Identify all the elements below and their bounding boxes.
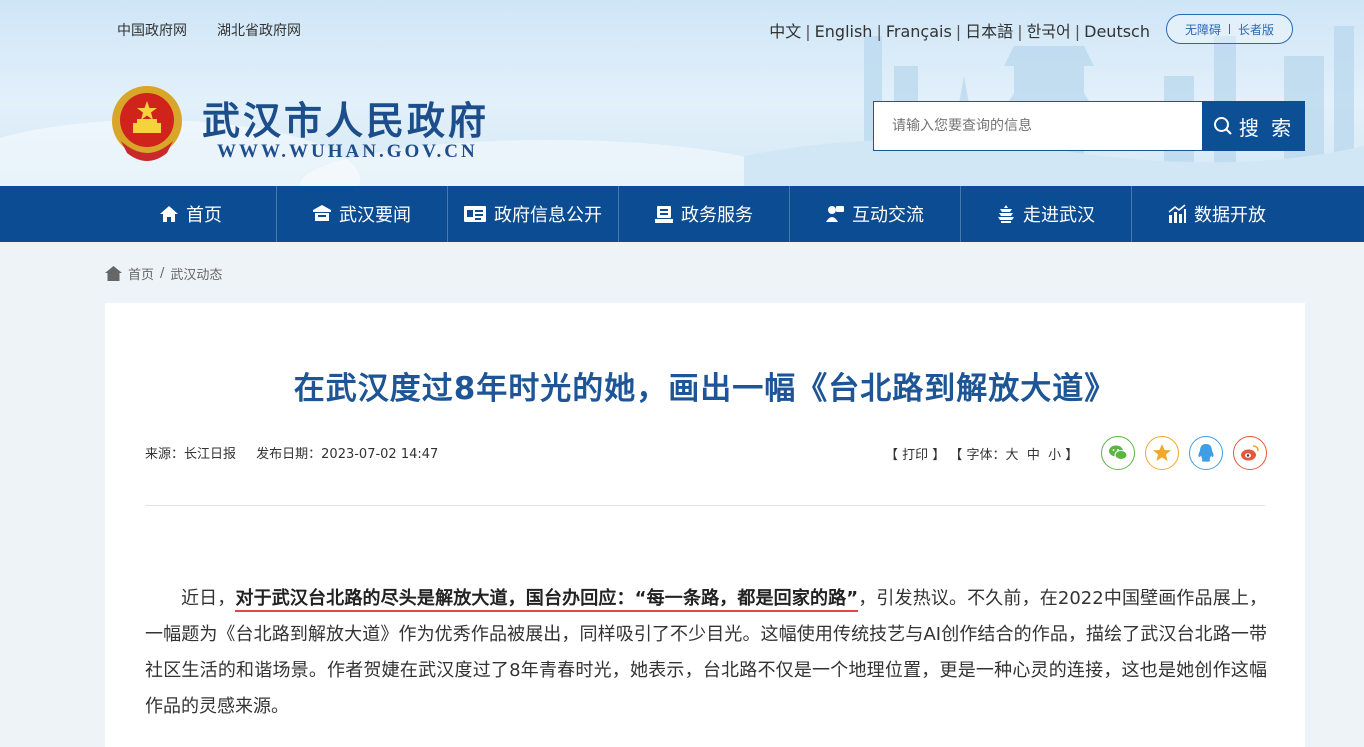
font-size-label: 【 字体： — [949, 448, 1006, 463]
nav-item-interaction[interactable]: 互动交流 — [789, 186, 960, 242]
favorite-star-icon — [1153, 444, 1171, 461]
search-icon — [1213, 117, 1232, 135]
barrier-free-link[interactable]: 无障碍 — [1185, 21, 1221, 38]
accessibility-toggle: 无障碍 长者版 — [1166, 14, 1293, 44]
nav-item-gov-info[interactable]: 政府信息公开 — [447, 186, 618, 242]
share-weibo-button[interactable] — [1233, 436, 1267, 470]
nav-label: 政府信息公开 — [494, 205, 602, 226]
article-meta: 来源：长江日报 发布日期：2023-07-02 14:47 — [145, 443, 438, 462]
font-size-close: 】 — [1061, 448, 1079, 463]
nav-item-wuhan-news[interactable]: 武汉要闻 — [276, 186, 447, 242]
nav-label: 首页 — [186, 205, 222, 226]
body-lead: 近日， — [181, 588, 236, 609]
nav-label: 走进武汉 — [1023, 205, 1095, 226]
home-icon — [160, 206, 178, 222]
breadcrumb-current[interactable]: 武汉动态 — [170, 264, 222, 283]
nav-item-open-data[interactable]: 数据开放 — [1131, 186, 1302, 242]
search-input[interactable] — [873, 101, 1203, 151]
lang-english[interactable]: English — [815, 22, 873, 41]
wechat-icon — [1109, 445, 1128, 460]
breadcrumb-home[interactable]: 首页 — [128, 264, 154, 283]
article-title: 在武汉度过8年时光的她，画出一幅《台北路到解放大道》 — [293, 371, 1117, 407]
breadcrumb-separator: / — [160, 266, 165, 281]
lang-french[interactable]: Français — [886, 22, 952, 41]
home-icon — [105, 266, 122, 281]
national-emblem-logo — [112, 86, 182, 161]
nav-label: 互动交流 — [852, 205, 924, 226]
nav-label: 武汉要闻 — [339, 205, 411, 226]
print-button[interactable]: 【 打印 】 — [885, 448, 945, 463]
nav-label: 政务服务 — [681, 205, 753, 226]
site-url: WWW.WUHAN.GOV.CN — [217, 141, 478, 162]
tower-icon — [998, 205, 1014, 223]
info-card-icon — [464, 206, 486, 222]
body-highlight-link[interactable]: 对于武汉台北路的尽头是解放大道，国台办回应：“每一条路，都是回家的路” — [235, 588, 859, 612]
gov-cn-link[interactable]: 中国政府网 — [117, 20, 187, 40]
article-source: 来源：长江日报 — [145, 447, 237, 462]
share-wechat-button[interactable] — [1101, 436, 1135, 470]
search-button[interactable]: 搜 索 — [1202, 101, 1305, 151]
nav-item-gov-service[interactable]: 政务服务 — [618, 186, 789, 242]
service-icon — [655, 206, 673, 223]
main-nav: 首页 武汉要闻 政府信息公开 政务服务 互动交流 走进武汉 数据开放 — [0, 186, 1364, 242]
elderly-mode-link[interactable]: 长者版 — [1238, 21, 1274, 38]
hubei-gov-link[interactable]: 湖北省政府网 — [217, 20, 301, 40]
article-date: 发布日期：2023-07-02 14:47 — [256, 447, 439, 462]
search-button-label: 搜 索 — [1238, 115, 1295, 140]
lang-japanese[interactable]: 日本語 — [965, 22, 1013, 41]
article-body: 近日，对于武汉台北路的尽头是解放大道，国台办回应：“每一条路，都是回家的路”，引… — [145, 581, 1267, 725]
nav-item-visit-wuhan[interactable]: 走进武汉 — [960, 186, 1131, 242]
article-card: 在武汉度过8年时光的她，画出一幅《台北路到解放大道》 来源：长江日报 发布日期：… — [105, 303, 1305, 747]
language-switcher: 中文 | English | Français | 日本語 | 한국어 | Deutsch — [769, 22, 1150, 41]
nav-item-home[interactable]: 首页 — [105, 186, 276, 242]
breadcrumb: 首页 / 武汉动态 — [105, 264, 222, 283]
share-buttons — [1101, 436, 1267, 470]
weibo-icon — [1241, 445, 1259, 461]
font-small-button[interactable]: 小 — [1048, 448, 1061, 463]
site-header: 中国政府网 湖北省政府网 中文 | English | Français | 日本語 | 한국어… — [0, 0, 1364, 186]
lang-korean[interactable]: 한국어 — [1027, 22, 1071, 41]
font-medium-button[interactable]: 中 — [1027, 448, 1040, 463]
nav-label: 数据开放 — [1194, 205, 1266, 226]
site-title: 武汉市人民政府 — [202, 99, 490, 143]
news-icon — [313, 205, 331, 221]
data-icon — [1168, 204, 1186, 223]
article-tools: 【 打印 】 【 字体：大 中 小 】 — [885, 444, 1078, 463]
top-links: 中国政府网 湖北省政府网 — [117, 20, 301, 40]
lang-chinese[interactable]: 中文 — [769, 22, 801, 41]
share-favorite-button[interactable] — [1145, 436, 1179, 470]
qq-icon — [1198, 444, 1214, 462]
meta-divider — [145, 505, 1265, 506]
font-large-button[interactable]: 大 — [1006, 448, 1019, 463]
share-qq-button[interactable] — [1189, 436, 1223, 470]
interaction-icon — [826, 206, 844, 222]
lang-german[interactable]: Deutsch — [1084, 22, 1150, 41]
